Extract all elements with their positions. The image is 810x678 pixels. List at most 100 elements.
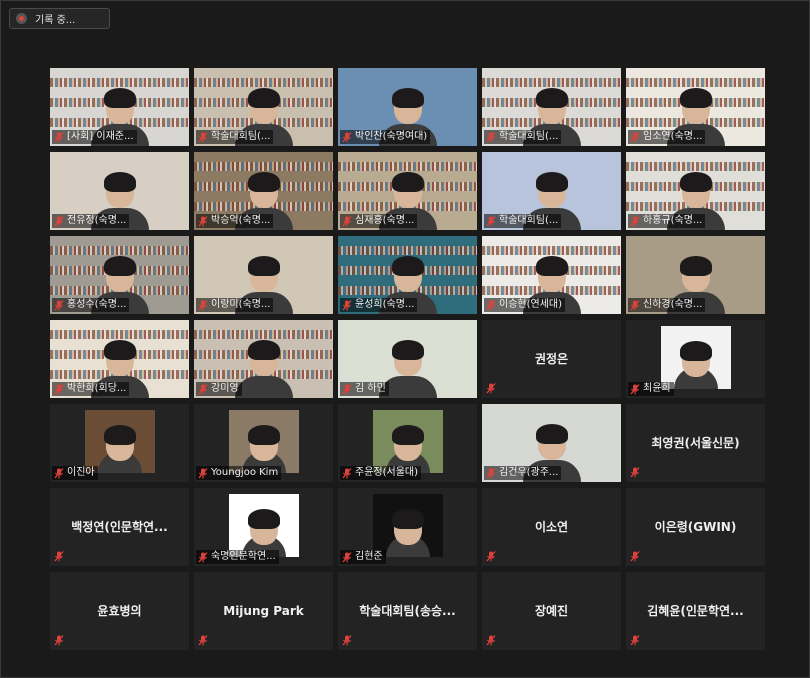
background-bookshelf	[482, 78, 621, 87]
participant-name: 윤효병의	[97, 604, 142, 618]
meeting-window: 기록 중... [사회] 이재준... 학술대회팀(... 박인찬(숙명여대) 학술대…	[0, 0, 810, 678]
participant-tile[interactable]: 김혜윤(인문학연...	[626, 572, 765, 650]
participant-tile[interactable]: 백정연(인문학연...	[50, 488, 189, 566]
profile-photo	[660, 326, 731, 389]
mic-muted-icon	[54, 468, 64, 479]
background-bookshelf	[194, 162, 333, 171]
mic-muted-icon	[486, 216, 496, 227]
participant-tile[interactable]: 학술대회팀(...	[482, 152, 621, 230]
mic-muted-icon	[198, 384, 208, 395]
profile-photo	[372, 494, 443, 557]
mic-muted-icon	[54, 384, 64, 395]
participant-name: 이은령(GWIN)	[654, 520, 737, 534]
participant-tile[interactable]: 이은령(GWIN)	[626, 488, 765, 566]
participant-tile[interactable]: 강미영	[194, 320, 333, 398]
participant-video	[234, 340, 293, 398]
participant-tile[interactable]: 최윤희	[626, 320, 765, 398]
participant-tile[interactable]: 신하경(숙명...	[626, 236, 765, 314]
participant-tile[interactable]: 심재홍(숙명...	[338, 152, 477, 230]
mic-muted-icon	[630, 635, 640, 646]
participant-name: 숙명인문학연...	[196, 550, 279, 564]
participant-tile[interactable]: 장예진	[482, 572, 621, 650]
mic-muted-icon	[54, 300, 64, 311]
mic-muted-icon	[486, 635, 496, 646]
mic-muted-icon	[54, 132, 64, 143]
participant-tile[interactable]: 학술대회팀(...	[194, 68, 333, 146]
participant-name: 백정연(인문학연...	[71, 520, 168, 534]
mic-muted-icon	[486, 132, 496, 143]
participant-name: 최영권(서울신문)	[651, 436, 740, 450]
background-bookshelf	[338, 246, 477, 255]
participant-tile[interactable]: [사회] 이재준...	[50, 68, 189, 146]
participant-tile[interactable]: 김현준	[338, 488, 477, 566]
profile-photo	[228, 410, 299, 473]
mic-muted-icon	[486, 551, 496, 562]
mic-muted-icon	[342, 132, 352, 143]
participant-tile[interactable]: 이승현(연세대)	[482, 236, 621, 314]
mic-muted-icon	[630, 300, 640, 311]
background-bookshelf	[338, 162, 477, 171]
mic-muted-icon	[342, 552, 352, 563]
participant-tile[interactable]: 윤성희(숙명...	[338, 236, 477, 314]
mic-muted-icon	[342, 468, 352, 479]
mic-muted-icon	[54, 216, 64, 227]
participant-name: 권정은	[534, 352, 569, 366]
background-bookshelf	[482, 246, 621, 255]
mic-muted-icon	[198, 635, 208, 646]
participant-tile[interactable]: 임소연(숙명...	[626, 68, 765, 146]
recording-dot-icon	[16, 13, 27, 24]
background-bookshelf	[50, 246, 189, 255]
gallery-grid: [사회] 이재준... 학술대회팀(... 박인찬(숙명여대) 학술대회팀(... 임소…	[50, 68, 765, 650]
mic-muted-icon	[486, 468, 496, 479]
participant-tile[interactable]: Youngjoo Kim	[194, 404, 333, 482]
participant-tile[interactable]: 이소연	[482, 488, 621, 566]
mic-muted-icon	[54, 635, 64, 646]
participant-name: Mijung Park	[223, 604, 304, 618]
participant-tile[interactable]: 학술대회팀(송승...	[338, 572, 477, 650]
participant-tile[interactable]: 최영권(서울신문)	[626, 404, 765, 482]
participant-tile[interactable]: 박인찬(숙명여대)	[338, 68, 477, 146]
profile-photo	[372, 410, 443, 473]
mic-muted-icon	[198, 552, 208, 563]
background-bookshelf	[50, 78, 189, 87]
mic-muted-icon	[630, 467, 640, 478]
participant-tile[interactable]: 숙명인문학연...	[194, 488, 333, 566]
mic-muted-icon	[630, 384, 640, 395]
participant-tile[interactable]: 학술대회팀(...	[482, 68, 621, 146]
participant-tile[interactable]: 홍성수(숙명...	[50, 236, 189, 314]
participant-tile[interactable]: 권정은	[482, 320, 621, 398]
participant-tile[interactable]: 전유정(숙명...	[50, 152, 189, 230]
mic-muted-icon	[342, 635, 352, 646]
mic-muted-icon	[198, 132, 208, 143]
participant-tile[interactable]: 이진아	[50, 404, 189, 482]
background-bookshelf	[50, 330, 189, 339]
background-bookshelf	[626, 78, 765, 87]
mic-muted-icon	[342, 384, 352, 395]
participant-tile[interactable]: 박승억(숙명...	[194, 152, 333, 230]
background-bookshelf	[626, 162, 765, 171]
participant-name: 이소연	[534, 520, 569, 534]
participant-tile[interactable]: 주윤정(서울대)	[338, 404, 477, 482]
mic-muted-icon	[630, 132, 640, 143]
participant-tile[interactable]: 박한희(회당...	[50, 320, 189, 398]
profile-photo	[84, 410, 155, 473]
profile-photo	[228, 494, 299, 557]
mic-muted-icon	[198, 216, 208, 227]
participant-tile[interactable]: 하홍규(숙명...	[626, 152, 765, 230]
mic-muted-icon	[342, 300, 352, 311]
mic-muted-icon	[198, 300, 208, 311]
mic-muted-icon	[486, 300, 496, 311]
participant-tile[interactable]: 김건우(광주...	[482, 404, 621, 482]
participant-tile[interactable]: 윤효병의	[50, 572, 189, 650]
mic-muted-icon	[630, 551, 640, 562]
participant-name: Youngjoo Kim	[196, 466, 282, 480]
participant-name: 주윤정(서울대)	[340, 466, 422, 480]
participant-tile[interactable]: 이랑미(숙명...	[194, 236, 333, 314]
recording-label: 기록 중...	[35, 15, 76, 26]
participant-tile[interactable]: Mijung Park	[194, 572, 333, 650]
recording-indicator[interactable]: 기록 중...	[9, 8, 110, 29]
mic-muted-icon	[342, 216, 352, 227]
participant-name: 학술대회팀(송승...	[359, 604, 456, 618]
participant-tile[interactable]: 김 하민	[338, 320, 477, 398]
participant-name: 박인찬(숙명여대)	[340, 130, 431, 144]
